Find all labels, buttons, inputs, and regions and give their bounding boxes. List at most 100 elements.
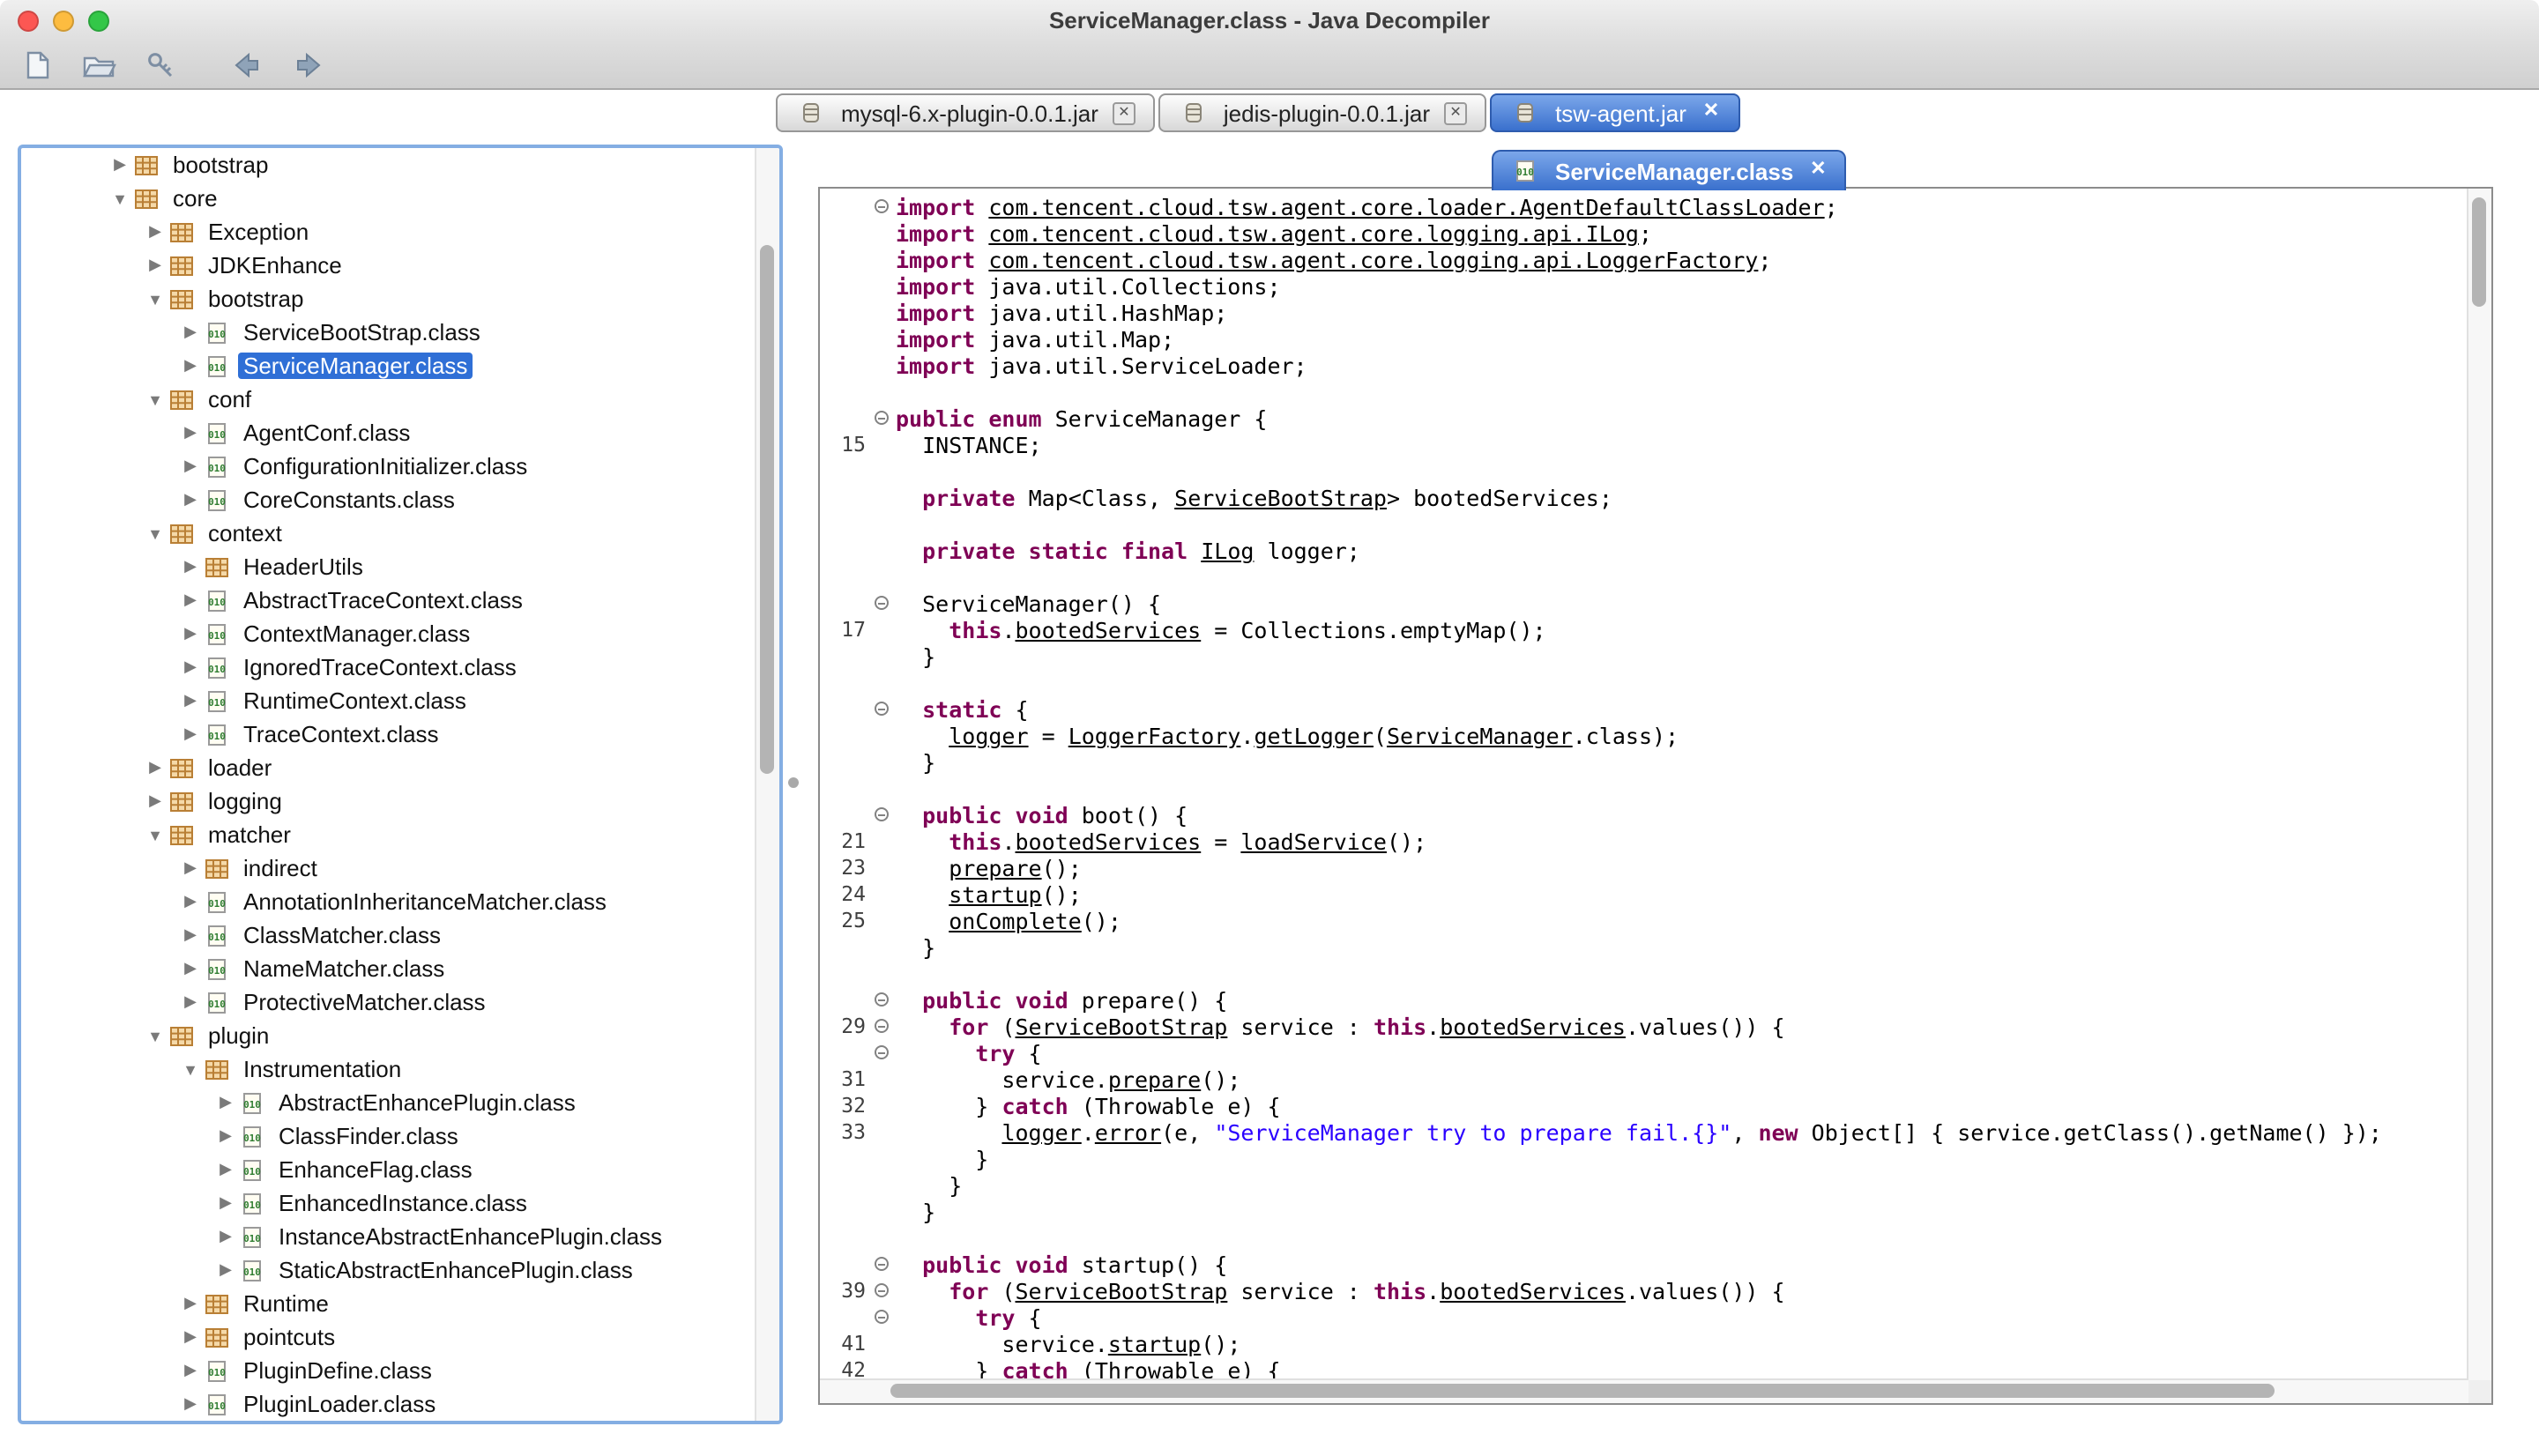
fold-collapse-icon[interactable] xyxy=(875,992,889,1007)
tree-collapsed-arrow-icon[interactable]: ▶ xyxy=(180,457,201,476)
tree-item[interactable]: ▶010ServiceManager.class xyxy=(21,349,756,383)
forward-arrow-icon[interactable] xyxy=(289,48,328,83)
tree-item[interactable]: ▶010EnhancedInstance.class xyxy=(21,1186,756,1220)
tree-item[interactable]: ▶010RuntimeContext.class xyxy=(21,684,756,717)
code-horizontal-scrollbar[interactable] xyxy=(820,1378,2468,1403)
tree-collapsed-arrow-icon[interactable]: ▶ xyxy=(180,1294,201,1313)
splitter-handle[interactable] xyxy=(788,777,799,788)
tree-item[interactable]: ▶010AbstractTraceContext.class xyxy=(21,583,756,617)
open-folder-icon[interactable] xyxy=(79,48,118,83)
tree-expanded-arrow-icon[interactable]: ▼ xyxy=(145,826,166,843)
tree-expanded-arrow-icon[interactable]: ▼ xyxy=(145,1027,166,1044)
tree-item[interactable]: ▶010StaticAbstractEnhancePlugin.class xyxy=(21,1253,756,1287)
editor-tab-close-icon[interactable]: ✕ xyxy=(1807,160,1828,182)
tree-item[interactable]: ▶Runtime xyxy=(21,1287,756,1320)
code-panel[interactable]: import com.tencent.cloud.tsw.agent.core.… xyxy=(818,187,2493,1405)
code-link[interactable]: onComplete xyxy=(949,908,1082,934)
fold-collapse-icon[interactable] xyxy=(875,596,889,610)
tree-item[interactable]: ▼context xyxy=(21,516,756,550)
tree-item[interactable]: ▼plugin xyxy=(21,1019,756,1052)
code-link[interactable]: loadService xyxy=(1240,828,1387,855)
tree-collapsed-arrow-icon[interactable]: ▶ xyxy=(145,256,166,275)
tree-collapsed-arrow-icon[interactable]: ▶ xyxy=(145,791,166,811)
tree-item[interactable]: ▶010EnhanceFlag.class xyxy=(21,1153,756,1186)
fold-collapse-icon[interactable] xyxy=(875,199,889,213)
tree-item[interactable]: ▶Exception xyxy=(21,215,756,249)
tree-collapsed-arrow-icon[interactable]: ▶ xyxy=(180,490,201,509)
code-link[interactable]: com.tencent.cloud.tsw.agent.core.logging… xyxy=(988,247,1758,273)
tree-scrollbar-thumb[interactable] xyxy=(760,245,774,774)
tree-item[interactable]: ▶HeaderUtils xyxy=(21,550,756,583)
code-link[interactable]: bootedServices xyxy=(1440,1278,1626,1304)
titlebar[interactable]: ServiceManager.class - Java Decompiler xyxy=(0,0,2539,44)
code-link[interactable]: bootedServices xyxy=(1016,828,1202,855)
tree-collapsed-arrow-icon[interactable]: ▶ xyxy=(180,1361,201,1380)
fold-collapse-icon[interactable] xyxy=(875,702,889,716)
tree-expanded-arrow-icon[interactable]: ▼ xyxy=(145,390,166,408)
code-link[interactable]: bootedServices xyxy=(1016,617,1202,643)
jar-tab[interactable]: jedis-plugin-0.0.1.jar✕ xyxy=(1158,93,1486,132)
tree-item[interactable]: ▶010ProtectiveMatcher.class xyxy=(21,985,756,1019)
tree-collapsed-arrow-icon[interactable]: ▶ xyxy=(180,423,201,442)
tree-collapsed-arrow-icon[interactable]: ▶ xyxy=(180,624,201,643)
code-link[interactable]: prepare xyxy=(949,855,1041,881)
tree-item[interactable]: ▶010NameMatcher.class xyxy=(21,952,756,985)
package-tree-panel[interactable]: ▶bootstrap▼core▶Exception▶JDKEnhance▼boo… xyxy=(18,145,783,1424)
code-link[interactable]: ILog xyxy=(1201,538,1254,564)
tree-item[interactable]: ▶010TraceContext.class xyxy=(21,717,756,751)
tree-item[interactable]: ▼Instrumentation xyxy=(21,1052,756,1086)
code-link[interactable]: ServiceManager xyxy=(1387,723,1573,749)
tree-item[interactable]: ▶loader xyxy=(21,751,756,784)
tree-collapsed-arrow-icon[interactable]: ▶ xyxy=(180,724,201,744)
code-link[interactable]: ServiceBootStrap xyxy=(1174,485,1387,511)
code-link[interactable]: com.tencent.cloud.tsw.agent.core.loader.… xyxy=(988,194,1824,220)
tree-collapsed-arrow-icon[interactable]: ▶ xyxy=(215,1260,236,1280)
tree-item[interactable]: ▶010AgentConf.class xyxy=(21,416,756,449)
code-link[interactable]: startup xyxy=(949,881,1041,908)
tree-item[interactable]: ▶010InstanceAbstractEnhancePlugin.class xyxy=(21,1220,756,1253)
tree-collapsed-arrow-icon[interactable]: ▶ xyxy=(180,557,201,576)
tree-collapsed-arrow-icon[interactable]: ▶ xyxy=(180,925,201,945)
code-vertical-scrollbar-thumb[interactable] xyxy=(2472,197,2486,307)
tree-item[interactable]: ▼matcher xyxy=(21,818,756,851)
tree-collapsed-arrow-icon[interactable]: ▶ xyxy=(180,323,201,342)
tree-item[interactable]: ▶010PluginDefine.class xyxy=(21,1354,756,1387)
tree-item[interactable]: ▶010AbstractEnhancePlugin.class xyxy=(21,1086,756,1119)
tab-close-icon[interactable]: ✕ xyxy=(1444,101,1467,124)
tree-item[interactable]: ▶010ClassMatcher.class xyxy=(21,918,756,952)
tree-collapsed-arrow-icon[interactable]: ▶ xyxy=(215,1227,236,1246)
code-link[interactable]: LoggerFactory xyxy=(1068,723,1241,749)
tree-collapsed-arrow-icon[interactable]: ▶ xyxy=(145,758,166,777)
code-link[interactable]: startup xyxy=(1108,1331,1201,1357)
tree-item[interactable]: ▼core xyxy=(21,182,756,215)
tree-collapsed-arrow-icon[interactable]: ▶ xyxy=(145,222,166,241)
code-link[interactable]: prepare xyxy=(1108,1066,1201,1093)
code-horizontal-scrollbar-thumb[interactable] xyxy=(890,1384,2275,1398)
tree-scrollbar[interactable] xyxy=(755,148,779,1421)
fold-collapse-icon[interactable] xyxy=(875,1283,889,1297)
tree-item[interactable]: ▼conf xyxy=(21,383,756,416)
tree-collapsed-arrow-icon[interactable]: ▶ xyxy=(215,1093,236,1112)
tree-collapsed-arrow-icon[interactable]: ▶ xyxy=(180,356,201,375)
tree-collapsed-arrow-icon[interactable]: ▶ xyxy=(180,959,201,978)
back-arrow-icon[interactable] xyxy=(227,48,266,83)
code-link[interactable]: error xyxy=(1095,1119,1161,1146)
tree-collapsed-arrow-icon[interactable]: ▶ xyxy=(109,155,130,175)
key-icon[interactable] xyxy=(141,48,180,83)
tree-item[interactable]: ▶indirect xyxy=(21,851,756,885)
tree-item[interactable]: ▶010PluginLoader.class xyxy=(21,1387,756,1421)
tree-collapsed-arrow-icon[interactable]: ▶ xyxy=(180,858,201,878)
tree-item[interactable]: ▶pointcuts xyxy=(21,1320,756,1354)
tree-collapsed-arrow-icon[interactable]: ▶ xyxy=(180,1327,201,1347)
tree-item[interactable]: ▶logging xyxy=(21,784,756,818)
tree-expanded-arrow-icon[interactable]: ▼ xyxy=(145,524,166,542)
tree-expanded-arrow-icon[interactable]: ▼ xyxy=(180,1060,201,1078)
fold-collapse-icon[interactable] xyxy=(875,1019,889,1033)
tree-collapsed-arrow-icon[interactable]: ▶ xyxy=(180,892,201,911)
tree-item[interactable]: ▶010CoreConstants.class xyxy=(21,483,756,516)
tree-collapsed-arrow-icon[interactable]: ▶ xyxy=(180,657,201,677)
tree-item[interactable]: ▶010IgnoredTraceContext.class xyxy=(21,650,756,684)
jar-tab[interactable]: tsw-agent.jar✕ xyxy=(1490,93,1741,132)
tree-collapsed-arrow-icon[interactable]: ▶ xyxy=(180,992,201,1012)
code-vertical-scrollbar[interactable] xyxy=(2467,189,2491,1380)
